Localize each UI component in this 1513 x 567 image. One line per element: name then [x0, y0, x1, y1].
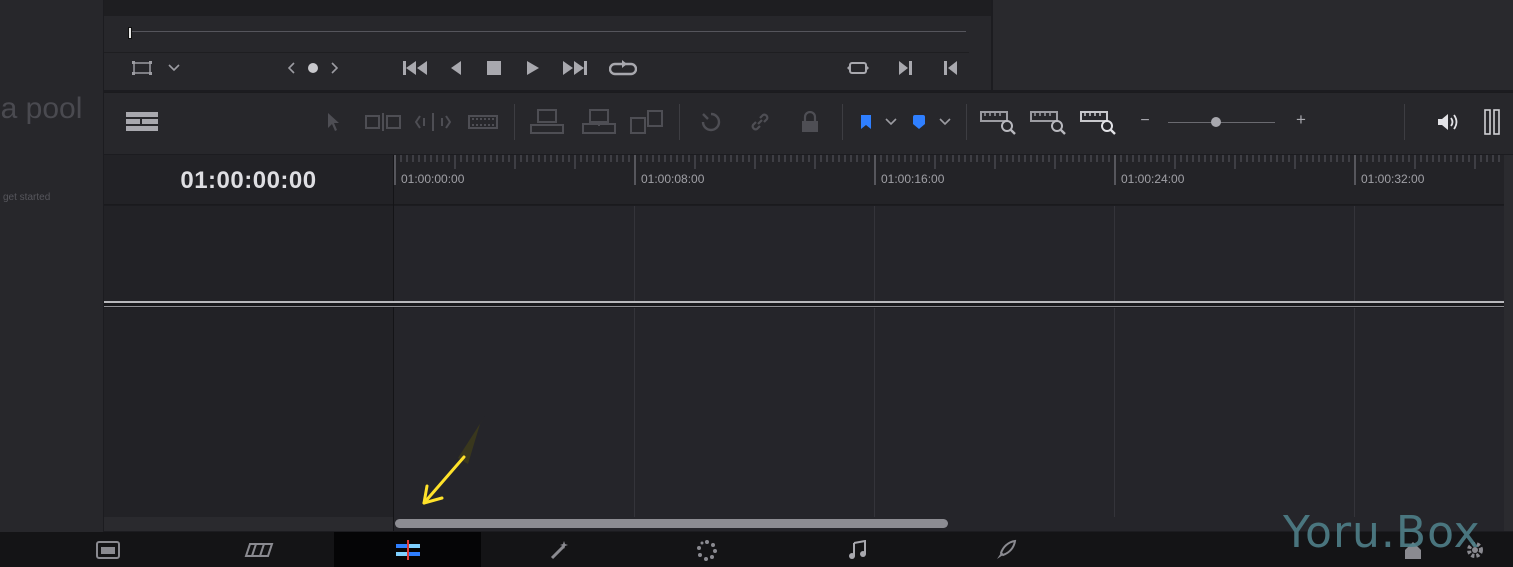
zoom-in-button[interactable]: +	[1293, 111, 1309, 129]
media-pool-hint: get started	[3, 192, 51, 203]
insert-clip-icon[interactable]	[528, 108, 566, 136]
viewer-image-area	[104, 0, 991, 16]
track-header-divider[interactable]	[393, 155, 394, 531]
grid-line	[1354, 206, 1355, 301]
grid-line	[634, 206, 635, 301]
full-extent-zoom-icon[interactable]	[978, 108, 1018, 136]
custom-zoom-icon[interactable]	[1078, 108, 1118, 136]
vertical-scrollbar[interactable]	[1504, 155, 1513, 531]
ruler-label: 01:00:16:00	[881, 172, 945, 186]
grid-line	[634, 308, 635, 517]
stop-icon[interactable]	[484, 58, 504, 78]
toolbar-separator	[966, 104, 967, 140]
go-to-end-icon[interactable]	[560, 58, 590, 78]
edit-page-icon[interactable]	[395, 539, 421, 561]
match-frame-icon[interactable]	[844, 58, 872, 78]
play-icon[interactable]	[523, 58, 543, 78]
grid-line	[1114, 308, 1115, 517]
viewer-playhead[interactable]	[128, 27, 132, 39]
timeline-ruler[interactable]: 01:00:00:00 01:00:08:00 01:00:16:00 01:0…	[394, 155, 1504, 205]
prev-icon[interactable]	[284, 60, 300, 76]
ruler-ticks	[394, 155, 1500, 185]
overwrite-clip-icon[interactable]	[580, 108, 618, 136]
flag-color-chevron-icon[interactable]	[882, 114, 900, 130]
toolbar-separator	[1404, 104, 1405, 140]
detail-zoom-icon[interactable]	[1028, 108, 1068, 136]
mark-in-icon[interactable]	[895, 58, 915, 78]
watermark: Yoru.Box	[1283, 507, 1481, 558]
volume-icon[interactable]	[1436, 111, 1460, 133]
play-reverse-icon[interactable]	[446, 58, 466, 78]
track-header-footer	[104, 517, 393, 531]
trim-edit-icon[interactable]	[364, 110, 402, 134]
marker-icon[interactable]	[910, 112, 928, 132]
snapping-icon[interactable]	[698, 110, 724, 134]
media-page-icon[interactable]	[95, 539, 121, 561]
audio-track-header[interactable]	[104, 308, 393, 517]
video-track-header[interactable]	[104, 206, 393, 301]
dynamic-trim-icon[interactable]	[414, 110, 452, 134]
loop-icon[interactable]	[608, 57, 638, 79]
marker-color-chevron-icon[interactable]	[936, 114, 954, 130]
toolbar-separator	[842, 104, 843, 140]
viewer-scrubber[interactable]	[130, 31, 966, 32]
toolbar-separator	[679, 104, 680, 140]
media-pool-title: ia pool	[0, 92, 83, 125]
grid-line	[874, 308, 875, 517]
fairlight-page-icon[interactable]	[845, 539, 871, 561]
annotation-arrow	[422, 416, 485, 505]
go-to-start-icon[interactable]	[400, 58, 430, 78]
grid-line	[874, 206, 875, 301]
replace-clip-icon[interactable]	[628, 108, 666, 136]
grid-line	[1354, 308, 1355, 517]
position-lock-icon[interactable]	[797, 110, 823, 134]
ruler-label: 01:00:08:00	[641, 172, 705, 186]
zoom-out-button[interactable]: −	[1138, 112, 1152, 130]
chevron-down-icon[interactable]	[166, 60, 182, 76]
toolbar-separator	[514, 104, 515, 140]
viewer-divider	[104, 52, 969, 53]
mark-out-icon[interactable]	[941, 58, 961, 78]
selection-mode-icon[interactable]	[322, 110, 344, 134]
blade-edit-icon[interactable]	[466, 110, 500, 134]
audio-track-area[interactable]	[394, 308, 1504, 517]
cut-page-icon[interactable]	[244, 539, 274, 561]
linked-selection-icon[interactable]	[747, 110, 773, 134]
mute-icon[interactable]	[1482, 108, 1502, 136]
grid-line	[1114, 206, 1115, 301]
ruler-label: 01:00:24:00	[1121, 172, 1185, 186]
timeline-view-options-icon[interactable]	[124, 108, 160, 136]
dot-icon[interactable]	[305, 60, 321, 76]
next-icon[interactable]	[326, 60, 342, 76]
ruler-label: 01:00:00:00	[401, 172, 465, 186]
inspector-panel	[993, 0, 1513, 90]
video-audio-split-line-lower	[104, 306, 1513, 307]
color-page-icon[interactable]	[694, 539, 720, 561]
deliver-page-icon[interactable]	[993, 539, 1019, 561]
video-track-area[interactable]	[394, 206, 1504, 301]
ruler-label: 01:00:32:00	[1361, 172, 1425, 186]
timeline-timecode[interactable]: 01:00:00:00	[104, 167, 393, 195]
fusion-page-icon[interactable]	[547, 539, 573, 561]
zoom-slider-track[interactable]	[1168, 122, 1275, 123]
media-pool-panel: ia pool get started	[0, 0, 103, 532]
horizontal-scrollbar-thumb[interactable]	[395, 519, 948, 528]
flag-icon[interactable]	[857, 112, 875, 132]
viewer-size-icon[interactable]	[130, 59, 154, 77]
